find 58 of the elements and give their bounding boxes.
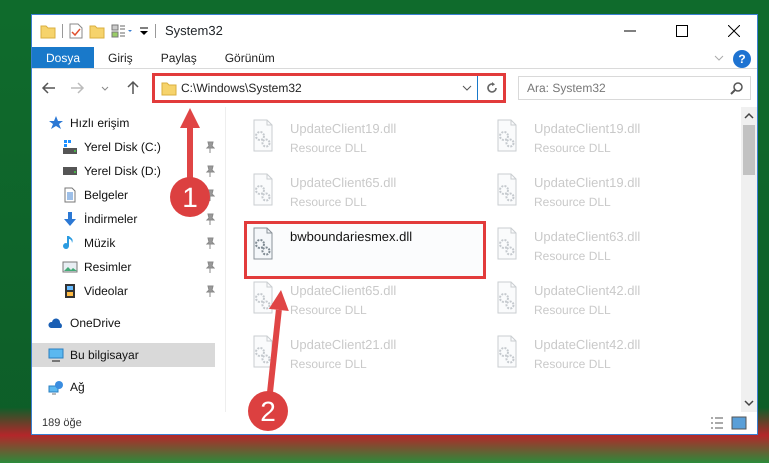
ribbon-tab[interactable]: Görünüm <box>210 47 289 68</box>
file-gear-icon <box>252 173 274 207</box>
drive-icon <box>62 139 78 155</box>
details-view-icon[interactable] <box>709 416 725 430</box>
file-name: bwboundariesmex.dll <box>290 228 412 246</box>
minimize-icon[interactable] <box>624 30 636 32</box>
help-button[interactable]: ? <box>733 50 751 68</box>
window-title: System32 <box>165 22 223 40</box>
file-gear-icon <box>252 119 274 153</box>
down-arrow-icon <box>62 211 78 227</box>
step-number: 2 <box>260 396 276 427</box>
ribbon-tab[interactable]: Paylaş <box>146 47 211 68</box>
file-item[interactable]: bwboundariesmex.dll <box>246 223 484 277</box>
scrollbar-thumb[interactable] <box>743 125 755 175</box>
sidebar-item[interactable]: Yerel Disk (D:) <box>32 159 171 183</box>
tiles-view-icon[interactable] <box>731 416 747 430</box>
document-icon <box>62 187 78 203</box>
file-gear-icon <box>496 173 518 207</box>
folder-icon <box>161 80 177 96</box>
properties-icon[interactable] <box>69 23 83 39</box>
file-gear-icon <box>252 281 274 315</box>
file-gear-icon <box>496 281 518 315</box>
address-bar[interactable]: C:\Windows\System32 <box>154 75 504 101</box>
file-gear-icon <box>496 335 518 369</box>
sidebar-item[interactable]: İndirmeler <box>32 207 148 231</box>
sidebar-item[interactable]: Resimler <box>32 255 142 279</box>
picture-icon <box>62 259 78 275</box>
network-icon <box>48 379 64 395</box>
scroll-up-icon[interactable] <box>744 111 754 121</box>
step-number: 1 <box>182 182 198 213</box>
file-gear-icon <box>252 227 274 261</box>
ribbon-tab[interactable]: Dosya <box>32 47 94 68</box>
sidebar-item[interactable]: Bu bilgisayar <box>32 343 215 367</box>
dropdown-icon[interactable] <box>139 25 149 37</box>
view-list-icon[interactable] <box>111 23 133 39</box>
file-gear-icon <box>496 227 518 261</box>
ribbon-tab[interactable]: Giriş <box>94 47 147 68</box>
maximize-icon[interactable] <box>676 25 688 37</box>
file-gear-icon <box>496 119 518 153</box>
file-gear-icon <box>252 335 274 369</box>
sidebar-item[interactable]: Belgeler <box>32 183 138 207</box>
search-icon <box>730 81 744 95</box>
search-box[interactable]: Ara: System32 <box>518 76 751 100</box>
item-count: 189 öğe <box>42 416 83 431</box>
sidebar-item[interactable]: Hızlı erişim <box>32 111 215 135</box>
sidebar-item[interactable]: Ağ <box>32 375 215 399</box>
film-icon <box>62 283 78 299</box>
sidebar-item[interactable]: Videolar <box>32 279 138 303</box>
sidebar-item[interactable]: OneDrive <box>32 311 215 335</box>
step-badge <box>170 177 210 217</box>
star-icon <box>48 115 64 131</box>
close-icon[interactable] <box>728 25 740 37</box>
step-badge <box>248 391 288 431</box>
monitor-icon <box>48 347 64 363</box>
chevron-down-icon[interactable] <box>101 86 109 90</box>
scroll-down-icon[interactable] <box>744 398 754 408</box>
sidebar-item[interactable]: Müzik <box>32 231 126 255</box>
sidebar-item[interactable]: Yerel Disk (C:) <box>32 135 171 159</box>
